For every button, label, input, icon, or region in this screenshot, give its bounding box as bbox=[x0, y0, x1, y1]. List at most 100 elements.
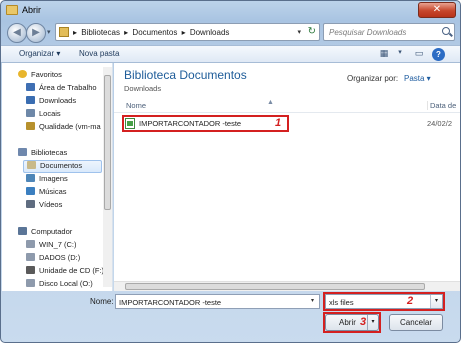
open-file-dialog: Abrir ✕ ◀ ▶ ▾ ▸ Bibliotecas ▸ Documentos… bbox=[0, 0, 461, 343]
sidebar-item-qualidade[interactable]: Qualidade (vm-ma bbox=[26, 122, 101, 134]
back-button[interactable]: ◀ bbox=[7, 23, 27, 43]
sidebar-item-label: Favoritos bbox=[31, 70, 62, 79]
sidebar-item-locais[interactable]: Locais bbox=[26, 109, 61, 121]
library-title: Biblioteca Documentos bbox=[124, 68, 247, 82]
folder-icon bbox=[59, 27, 69, 37]
file-name-label: Nome: bbox=[90, 297, 114, 306]
breadcrumb-documentos[interactable]: Documentos bbox=[132, 28, 177, 37]
search-icon[interactable] bbox=[442, 27, 450, 35]
arrange-by-dropdown[interactable]: Pasta ▾ bbox=[404, 74, 431, 83]
annotation-box-2 bbox=[323, 292, 445, 311]
music-icon bbox=[26, 187, 35, 195]
command-bar: Organizar ▾ Nova pasta ▦ ▾ ▭ ? bbox=[1, 45, 460, 63]
search-placeholder: Pesquisar Downloads bbox=[329, 28, 407, 37]
breadcrumb-downloads[interactable]: Downloads bbox=[190, 28, 230, 37]
column-header-date[interactable]: Data de bbox=[427, 101, 456, 110]
search-input[interactable]: Pesquisar Downloads bbox=[323, 23, 455, 41]
sidebar-item-label: Documentos bbox=[40, 161, 83, 170]
file-name-value: IMPORTARCONTADOR -teste bbox=[119, 298, 222, 307]
horizontal-scrollbar[interactable] bbox=[114, 281, 460, 291]
sidebar-item-label: DADOS (D:) bbox=[39, 253, 81, 262]
cd-drive-icon bbox=[26, 266, 35, 274]
file-list-pane: Biblioteca Documentos Downloads Organiza… bbox=[114, 63, 460, 291]
folder-icon bbox=[6, 5, 18, 15]
sidebar-item-label: Área de Trabalho bbox=[39, 83, 97, 92]
sidebar-item-music[interactable]: Músicas bbox=[26, 187, 67, 199]
sidebar-item-label: Bibliotecas bbox=[31, 148, 68, 157]
breadcrumb: ▸ Bibliotecas ▸ Documentos ▸ Downloads bbox=[73, 28, 231, 37]
network-folder-icon bbox=[26, 122, 35, 130]
breadcrumb-separator[interactable]: ▸ bbox=[73, 28, 77, 37]
sidebar-item-computer[interactable]: Computador bbox=[18, 227, 72, 239]
sidebar-item-label: Imagens bbox=[39, 174, 68, 183]
annotation-box-3 bbox=[323, 312, 381, 333]
star-icon bbox=[18, 70, 27, 78]
desktop-icon bbox=[26, 83, 35, 91]
sidebar-item-label: WIN_7 (C:) bbox=[39, 240, 77, 249]
annotation-box-1 bbox=[122, 115, 289, 132]
documents-icon bbox=[27, 161, 36, 169]
column-header-name[interactable]: Nome bbox=[126, 101, 146, 110]
views-dropdown[interactable]: ▾ bbox=[393, 48, 407, 61]
library-subtitle: Downloads bbox=[124, 84, 162, 93]
dialog-footer: Nome: IMPORTARCONTADOR -teste ▾ xls file… bbox=[1, 292, 460, 342]
recent-places-icon bbox=[26, 109, 35, 117]
annotation-number-2: 2 bbox=[407, 295, 414, 307]
pictures-icon bbox=[26, 174, 35, 182]
sidebar-item-label: Disco Local (O:) bbox=[39, 279, 93, 288]
breadcrumb-separator[interactable]: ▸ bbox=[124, 28, 128, 37]
annotation-number-1: 1 bbox=[275, 117, 282, 129]
column-header-row: Nome ▲ Data de bbox=[114, 99, 460, 113]
videos-icon bbox=[26, 200, 35, 208]
sidebar-item-libraries[interactable]: Bibliotecas bbox=[18, 148, 67, 160]
sidebar-scrollbar[interactable] bbox=[103, 67, 112, 287]
breadcrumb-bibliotecas[interactable]: Bibliotecas bbox=[81, 28, 120, 37]
computer-icon bbox=[18, 227, 27, 235]
new-folder-button[interactable]: Nova pasta bbox=[79, 49, 119, 58]
file-name-input[interactable]: IMPORTARCONTADOR -teste ▾ bbox=[115, 294, 320, 309]
sidebar-item-desktop[interactable]: Área de Trabalho bbox=[26, 83, 97, 95]
scrollbar-thumb[interactable] bbox=[104, 75, 111, 210]
sidebar-item-drive-c[interactable]: WIN_7 (C:) bbox=[26, 240, 77, 252]
views-icon[interactable]: ▦ bbox=[377, 48, 391, 61]
annotation-number-3: 3 bbox=[360, 316, 367, 328]
drive-icon bbox=[26, 279, 35, 287]
address-dropdown[interactable]: ▾ bbox=[297, 28, 301, 36]
sidebar-item-cd-drive[interactable]: Unidade de CD (F:) bbox=[26, 266, 104, 278]
navigation-bar: ◀ ▶ ▾ ▸ Bibliotecas ▸ Documentos ▸ Downl… bbox=[1, 21, 460, 45]
scrollbar-thumb[interactable] bbox=[125, 283, 425, 290]
sidebar-item-documents[interactable]: Documentos bbox=[23, 160, 102, 173]
sidebar-item-label: Computador bbox=[31, 227, 73, 236]
navigation-pane: Favoritos Área de Trabalho Downloads Loc… bbox=[2, 63, 113, 291]
sidebar-item-label: Unidade de CD (F:) bbox=[39, 266, 105, 275]
drive-icon bbox=[26, 240, 35, 248]
organize-button[interactable]: Organizar ▾ bbox=[19, 49, 60, 58]
cancel-button[interactable]: Cancelar bbox=[389, 314, 443, 331]
breadcrumb-separator[interactable]: ▸ bbox=[182, 28, 186, 37]
chevron-down-icon[interactable]: ▾ bbox=[307, 296, 318, 307]
library-icon bbox=[18, 148, 27, 156]
window-title: Abrir bbox=[22, 5, 42, 15]
download-folder-icon bbox=[26, 96, 35, 104]
sidebar-item-favorites[interactable]: Favoritos bbox=[18, 70, 62, 82]
close-button[interactable]: ✕ bbox=[418, 2, 456, 18]
refresh-icon[interactable]: ↻ bbox=[308, 26, 316, 37]
sidebar-item-label: Músicas bbox=[39, 187, 67, 196]
forward-button[interactable]: ▶ bbox=[26, 23, 46, 43]
help-icon[interactable]: ? bbox=[432, 48, 445, 61]
arrange-by-label: Organizar por: bbox=[347, 74, 399, 83]
sidebar-item-drive-o[interactable]: Disco Local (O:) bbox=[26, 279, 93, 291]
history-dropdown[interactable]: ▾ bbox=[47, 28, 51, 36]
file-date: 24/02/2 bbox=[427, 119, 453, 128]
sidebar-item-images[interactable]: Imagens bbox=[26, 174, 68, 186]
sort-arrow-icon: ▲ bbox=[267, 99, 274, 106]
sidebar-item-label: Downloads bbox=[39, 96, 77, 105]
sidebar-item-label: Qualidade (vm-ma bbox=[39, 122, 101, 131]
sidebar-item-videos[interactable]: Vídeos bbox=[26, 200, 62, 212]
title-bar: Abrir ✕ bbox=[1, 1, 460, 21]
sidebar-item-drive-d[interactable]: DADOS (D:) bbox=[26, 253, 80, 265]
drive-icon bbox=[26, 253, 35, 261]
preview-pane-icon[interactable]: ▭ bbox=[412, 48, 426, 61]
address-bar[interactable]: ▸ Bibliotecas ▸ Documentos ▸ Downloads ▾… bbox=[55, 23, 320, 41]
sidebar-item-downloads[interactable]: Downloads bbox=[26, 96, 76, 108]
